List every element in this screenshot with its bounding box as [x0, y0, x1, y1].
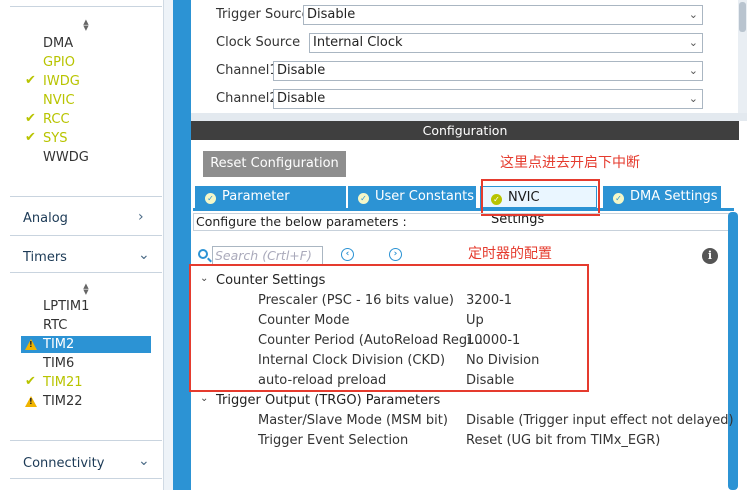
divider [10, 235, 162, 236]
chevron-right-icon[interactable]: › [138, 209, 144, 225]
param-value[interactable]: No Division [466, 353, 539, 368]
tab-underline [193, 208, 734, 211]
check-icon: ✔ [25, 73, 36, 88]
chevron-down-icon: ⌄ [688, 64, 698, 77]
sidebar-item-iwdg[interactable]: IWDG [43, 74, 80, 89]
check-circle-icon: ✓ [358, 193, 369, 204]
sidebar-item-sys[interactable]: SYS [43, 131, 67, 146]
param-name: Counter Period (AutoReload Regi... [258, 333, 484, 348]
chevron-left-icon[interactable]: ‹ [341, 248, 354, 261]
check-circle-icon: ✓ [613, 193, 624, 204]
info-icon[interactable]: i [702, 248, 718, 264]
check-icon: ✔ [25, 111, 36, 126]
sort-icon[interactable]: ▲ ▼ [82, 283, 90, 296]
search-icon[interactable] [198, 249, 208, 259]
chevron-down-icon: ⌄ [688, 8, 698, 21]
mode-panel: Trigger Source Disable ⌄ Clock Source In… [191, 0, 747, 113]
group-counter-settings[interactable]: Counter Settings [216, 273, 325, 288]
sidebar: ▲ ▼ DMA GPIO ✔ IWDG NVIC ✔ RCC ✔ SYS WWDG… [0, 0, 163, 490]
sidebar-item-tim2[interactable]: TIM2 [21, 336, 151, 353]
sidebar-item-lptim1[interactable]: LPTIM1 [43, 299, 89, 314]
divider [10, 196, 162, 197]
splitter[interactable] [191, 113, 747, 121]
mode-scrollbar[interactable] [738, 0, 747, 113]
annotation-timer: 定时器的配置 [468, 246, 552, 262]
sidebar-item-gpio[interactable]: GPIO [43, 55, 75, 70]
configure-hint: Configure the below parameters : [193, 213, 734, 231]
param-name: Internal Clock Division (CKD) [258, 353, 446, 368]
section-timers[interactable]: Timers [23, 250, 67, 265]
param-value[interactable]: Disable (Trigger input effect not delaye… [466, 413, 734, 428]
panel-gutter [173, 0, 191, 490]
clock-source-select[interactable]: Internal Clock ⌄ [309, 33, 703, 53]
config-scrollbar[interactable] [728, 212, 738, 490]
annotation-nvic: 这里点进去开启下中断 [500, 155, 640, 171]
param-name: Prescaler (PSC - 16 bits value) [258, 293, 454, 308]
trigger-source-label: Trigger Source [216, 7, 310, 22]
chevron-down-icon: ⌄ [688, 36, 698, 49]
sidebar-item-tim22[interactable]: TIM22 [43, 394, 83, 409]
collapse-arrow-icon[interactable]: ⌄ [200, 273, 208, 284]
warning-icon [25, 396, 37, 407]
clock-source-label: Clock Source [216, 35, 301, 50]
param-value[interactable]: Up [466, 313, 484, 328]
check-icon: ✔ [25, 374, 36, 389]
tab-label: DMA Settings [630, 189, 718, 204]
divider [10, 272, 162, 273]
collapse-arrow-icon[interactable]: ⌄ [200, 393, 208, 404]
trigger-source-value: Disable [307, 7, 356, 22]
warning-icon [25, 339, 37, 350]
param-value[interactable]: 3200-1 [466, 293, 512, 308]
param-value[interactable]: Disable [466, 373, 514, 388]
search-input[interactable]: Search (Crtl+F) [212, 246, 323, 265]
param-value[interactable]: Reset (UG bit from TIMx_EGR) [466, 433, 660, 448]
sidebar-item-dma[interactable]: DMA [43, 36, 73, 51]
trigger-source-select[interactable]: Disable ⌄ [303, 5, 703, 25]
divider [10, 6, 162, 7]
check-circle-icon: ✓ [205, 193, 216, 204]
chevron-down-icon: ⌄ [688, 92, 698, 105]
divider [10, 478, 162, 479]
reset-configuration-button[interactable]: Reset Configuration [203, 151, 346, 177]
check-icon: ✔ [25, 130, 36, 145]
channel2-select[interactable]: Disable ⌄ [273, 89, 703, 109]
group-trgo[interactable]: Trigger Output (TRGO) Parameters [216, 393, 440, 408]
divider [10, 440, 162, 441]
channel1-label: Channel1 [216, 63, 278, 78]
sort-icon[interactable]: ▲ ▼ [82, 19, 90, 32]
sidebar-item-tim21[interactable]: TIM21 [43, 375, 83, 390]
channel2-label: Channel2 [216, 91, 278, 106]
highlight-box [481, 179, 600, 216]
tab-user-constants[interactable]: ✓ User Constants [348, 186, 476, 208]
section-connectivity[interactable]: Connectivity [23, 456, 104, 471]
param-name: Counter Mode [258, 313, 350, 328]
sidebar-item-nvic[interactable]: NVIC [43, 93, 75, 108]
channel2-value: Disable [277, 91, 326, 106]
sidebar-scrollbar[interactable] [163, 0, 173, 490]
param-value[interactable]: 10000-1 [466, 333, 520, 348]
chevron-right-icon[interactable]: › [389, 248, 402, 261]
sidebar-item-rtc[interactable]: RTC [43, 318, 67, 333]
chevron-down-icon[interactable]: ⌄ [138, 247, 150, 263]
section-analog[interactable]: Analog [23, 211, 68, 226]
channel1-value: Disable [277, 63, 326, 78]
scrollbar-thumb[interactable] [739, 2, 746, 32]
sidebar-item-wwdg[interactable]: WWDG [43, 150, 89, 165]
chevron-down-icon[interactable]: ⌄ [138, 453, 150, 469]
param-name: Master/Slave Mode (MSM bit) [258, 413, 448, 428]
tab-parameter-settings[interactable]: ✓ Parameter Settings [195, 186, 346, 226]
clock-source-value: Internal Clock [313, 35, 403, 50]
param-name: Trigger Event Selection [258, 433, 409, 448]
tab-label: User Constants [375, 189, 474, 204]
tab-dma-settings[interactable]: ✓ DMA Settings [603, 186, 721, 208]
channel1-select[interactable]: Disable ⌄ [273, 61, 703, 81]
configuration-title: Configuration [191, 121, 739, 140]
sidebar-item-tim6[interactable]: TIM6 [43, 356, 74, 371]
sidebar-item-rcc[interactable]: RCC [43, 112, 70, 127]
param-name: auto-reload preload [258, 373, 387, 388]
